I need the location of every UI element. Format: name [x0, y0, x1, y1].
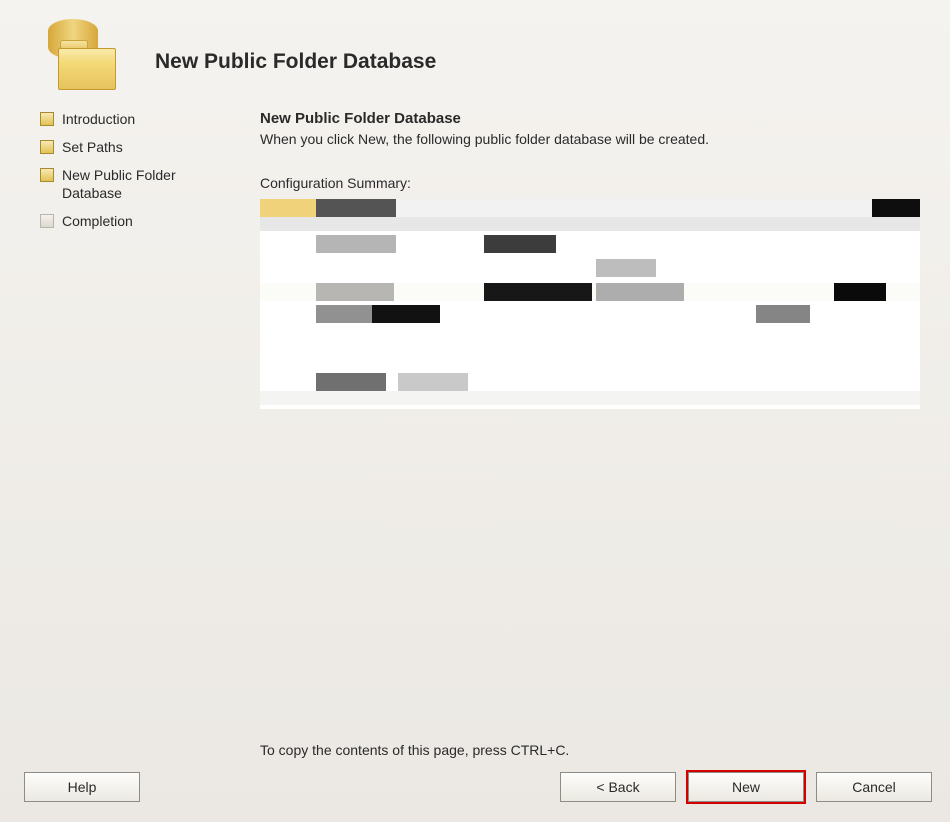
copy-hint: To copy the contents of this page, press… — [260, 742, 932, 758]
wizard-steps-sidebar: Introduction Set Paths New Public Folder… — [40, 110, 230, 736]
step-pending-icon — [40, 214, 54, 228]
step-label: Introduction — [62, 110, 135, 128]
page-title: New Public Folder Database — [155, 50, 436, 74]
wizard-container: New Public Folder Database Introduction … — [0, 0, 950, 822]
step-done-icon — [40, 112, 54, 126]
body: Introduction Set Paths New Public Folder… — [0, 105, 950, 736]
new-button[interactable]: New — [688, 772, 804, 802]
step-current-icon — [40, 168, 54, 182]
step-label: Set Paths — [62, 138, 123, 156]
content-pane: New Public Folder Database When you clic… — [230, 110, 930, 736]
button-row: Help < Back New Cancel — [18, 770, 932, 804]
step-completion: Completion — [40, 212, 210, 230]
back-button[interactable]: < Back — [560, 772, 676, 802]
config-summary-label: Configuration Summary: — [260, 175, 920, 191]
step-set-paths: Set Paths — [40, 138, 210, 156]
content-subtitle: When you click New, the following public… — [260, 131, 920, 147]
step-label: Completion — [62, 212, 133, 230]
new-button-highlight: New — [686, 770, 806, 804]
step-new-pf-database: New Public Folder Database — [40, 166, 210, 202]
step-done-icon — [40, 140, 54, 154]
content-title: New Public Folder Database — [260, 110, 920, 127]
folder-database-icon — [40, 15, 120, 95]
config-summary-box[interactable] — [260, 199, 920, 409]
help-button[interactable]: Help — [24, 772, 140, 802]
step-introduction: Introduction — [40, 110, 210, 128]
header: New Public Folder Database — [0, 0, 950, 105]
footer: To copy the contents of this page, press… — [0, 736, 950, 822]
step-label: New Public Folder Database — [62, 166, 210, 202]
cancel-button[interactable]: Cancel — [816, 772, 932, 802]
